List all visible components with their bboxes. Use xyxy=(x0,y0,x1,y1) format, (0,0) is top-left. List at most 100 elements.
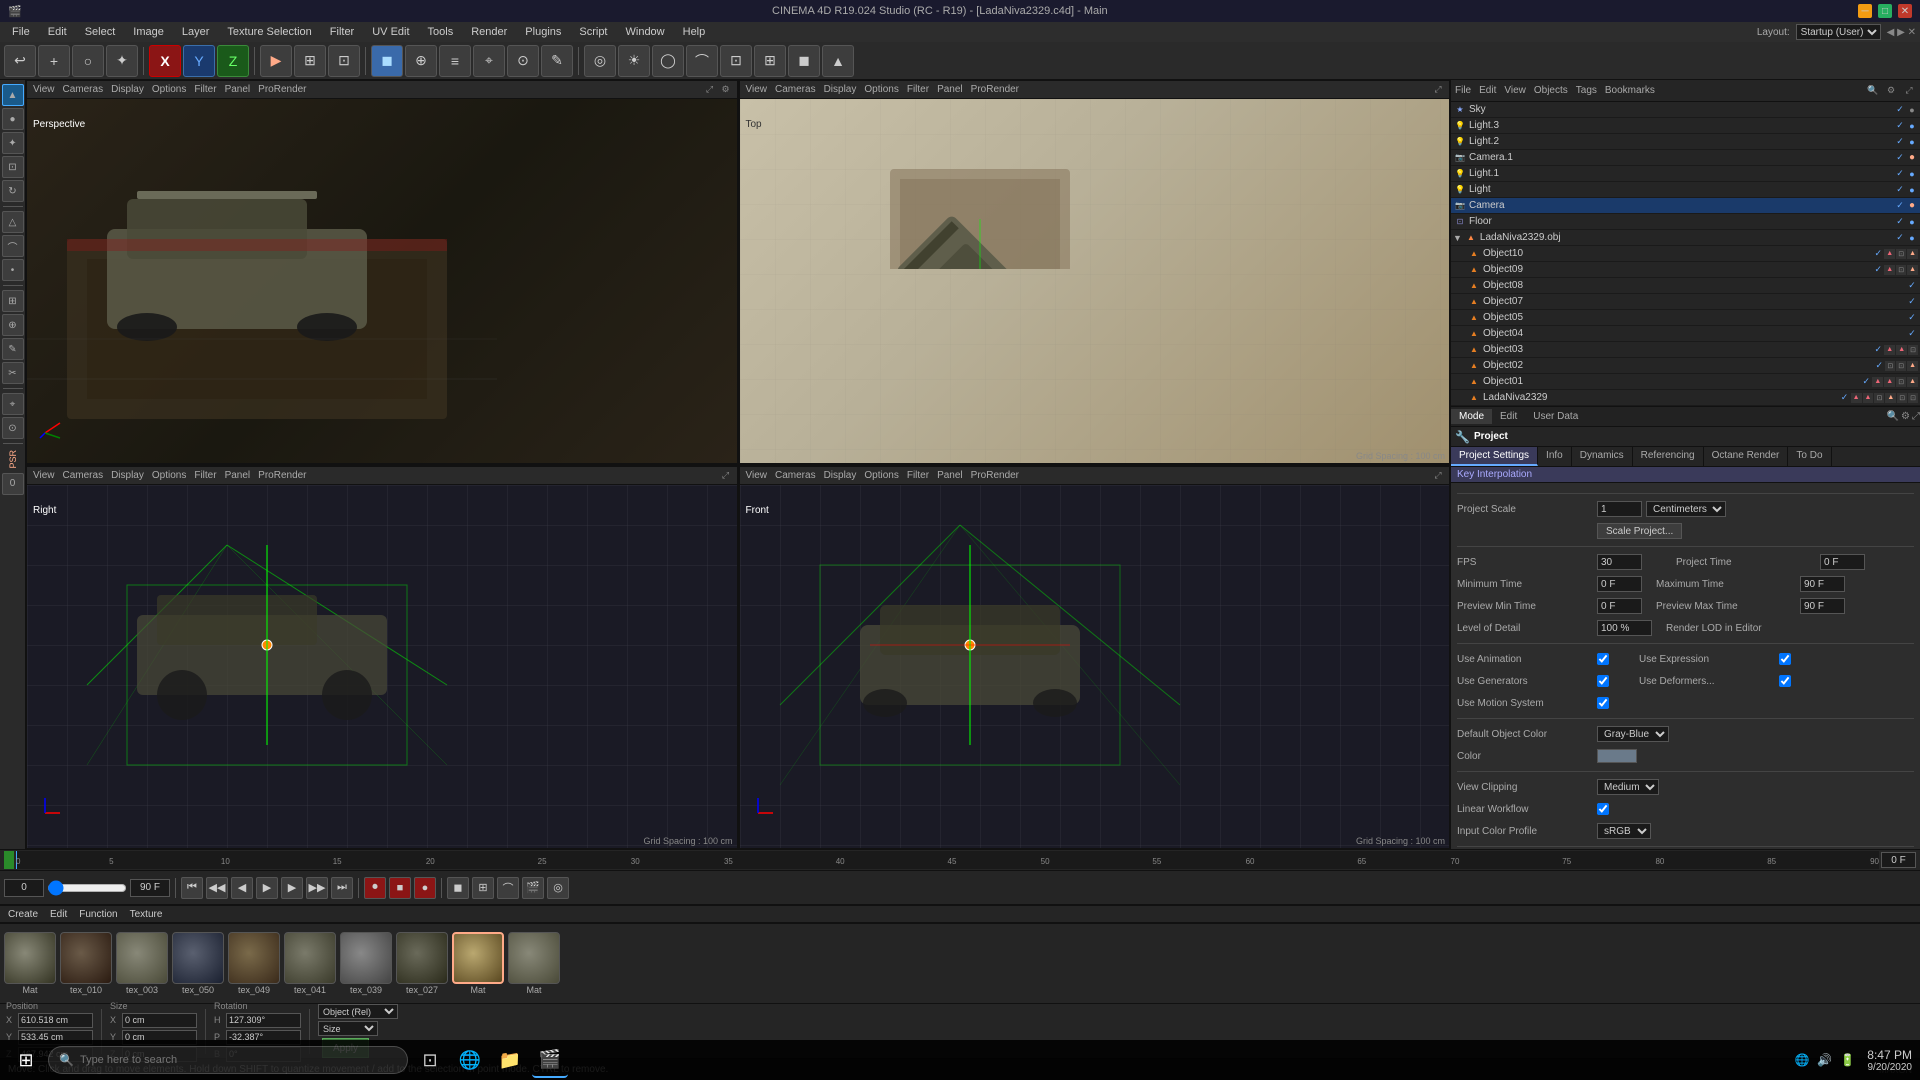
mat-item-0[interactable]: Mat xyxy=(4,932,56,995)
lt-snap-btn[interactable]: ⌖ xyxy=(2,393,24,415)
viewport-perspective[interactable]: View Cameras Display Options Filter Pane… xyxy=(26,80,738,464)
sky-check[interactable]: ✓ xyxy=(1894,104,1906,116)
explorer-btn[interactable]: 📁 xyxy=(492,1042,528,1078)
lt-knife-btn[interactable]: ✂ xyxy=(2,362,24,384)
obj-ladaniva-root[interactable]: ▼ ▲ LadaNiva2329.obj ✓ ● xyxy=(1451,230,1920,246)
light-btn[interactable]: ☀ xyxy=(618,45,650,77)
undo-button[interactable]: ↩ xyxy=(4,45,36,77)
lada2-check[interactable]: ✓ xyxy=(1839,392,1851,404)
mat-thumb-9[interactable] xyxy=(508,932,560,984)
mode-tab-edit[interactable]: Edit xyxy=(1492,409,1525,424)
play-btn[interactable]: ▶ xyxy=(256,877,278,899)
tab-info[interactable]: Info xyxy=(1538,447,1572,466)
knife-tool[interactable]: ✎ xyxy=(541,45,573,77)
menu-plugins[interactable]: Plugins xyxy=(517,24,569,40)
obj01-check[interactable]: ✓ xyxy=(1860,376,1872,388)
sculpt-mode[interactable]: ⊕ xyxy=(405,45,437,77)
mat-item-4[interactable]: tex_049 xyxy=(228,932,280,995)
y-axis-button[interactable]: Y xyxy=(183,45,215,77)
scene-btn[interactable]: ◼ xyxy=(788,45,820,77)
mat-thumb-7[interactable] xyxy=(396,932,448,984)
mat-item-7[interactable]: tex_027 xyxy=(396,932,448,995)
mat-edit-menu[interactable]: Edit xyxy=(46,909,71,920)
start-button[interactable]: ⊞ xyxy=(8,1042,44,1078)
obj08-check[interactable]: ✓ xyxy=(1906,280,1918,292)
stop-btn[interactable]: ■ xyxy=(389,877,411,899)
min-time-input[interactable] xyxy=(1597,576,1642,592)
vp-top-display-menu[interactable]: Display xyxy=(822,84,859,95)
c4d-btn[interactable]: 🎬 xyxy=(532,1042,568,1078)
obj-object01[interactable]: ▲ Object01 ✓ ▲ ▲ ⊡ ▲ xyxy=(1451,374,1920,390)
vp-top-options-menu[interactable]: Options xyxy=(862,84,900,95)
max-time-input[interactable] xyxy=(1800,576,1845,592)
deform-btn[interactable]: ⊞ xyxy=(754,45,786,77)
vp-panel-menu[interactable]: Panel xyxy=(223,84,253,95)
motion-checkbox[interactable] xyxy=(1597,697,1609,709)
obj-object05[interactable]: ▲ Object05 ✓ xyxy=(1451,310,1920,326)
lt-axis-btn[interactable]: ⊙ xyxy=(2,417,24,439)
obj10-check[interactable]: ✓ xyxy=(1872,248,1884,260)
obj-search-icon[interactable]: 🔍 xyxy=(1866,84,1880,98)
obj-tags-menu[interactable]: Tags xyxy=(1576,85,1597,96)
fps-input[interactable] xyxy=(1597,554,1642,570)
obj-light2[interactable]: 💡 Light.2 ✓ ● xyxy=(1451,134,1920,150)
menu-file[interactable]: File xyxy=(4,24,38,40)
record-btn[interactable]: ⏺ xyxy=(364,877,386,899)
z-axis-button[interactable]: Z xyxy=(217,45,249,77)
lt-model-btn[interactable]: ▲ xyxy=(2,84,24,106)
mat-thumb-5[interactable] xyxy=(284,932,336,984)
frame-start-input[interactable] xyxy=(4,879,44,897)
mat-item-3[interactable]: tex_050 xyxy=(172,932,224,995)
vp-right-content[interactable]: Right xyxy=(27,485,737,849)
fcurve-btn[interactable]: ⌒ xyxy=(497,877,519,899)
lt-polygon-btn[interactable]: △ xyxy=(2,211,24,233)
obj-object03[interactable]: ▲ Object03 ✓ ▲ ▲ ⊡ xyxy=(1451,342,1920,358)
lt-paint-btn[interactable]: ✎ xyxy=(2,338,24,360)
menu-help[interactable]: Help xyxy=(675,24,714,40)
mat-create-menu[interactable]: Create xyxy=(4,909,42,920)
vp-front-display-menu[interactable]: Display xyxy=(822,470,859,481)
timeline-frame-input[interactable] xyxy=(1881,852,1916,868)
obj-object02[interactable]: ▲ Object02 ✓ ⊡ ⊡ ▲ xyxy=(1451,358,1920,374)
vp-front-options-menu[interactable]: Options xyxy=(862,470,900,481)
menu-select[interactable]: Select xyxy=(77,24,124,40)
frame-slider[interactable] xyxy=(47,879,127,897)
lt-zero-btn[interactable]: 0 xyxy=(2,473,24,495)
mat-thumb-2[interactable] xyxy=(116,932,168,984)
view-clip-dropdown[interactable]: Medium Small Large xyxy=(1597,779,1659,795)
rec-key-btn[interactable]: ● xyxy=(414,877,436,899)
anim-mode[interactable]: ≡ xyxy=(439,45,471,77)
vp-front-filter-menu[interactable]: Filter xyxy=(905,470,931,481)
obj-object10[interactable]: ▲ Object10 ✓ ▲ ⊡ ▲ xyxy=(1451,246,1920,262)
lt-edge-btn[interactable]: ⌒ xyxy=(2,235,24,257)
obj-edit-menu[interactable]: Edit xyxy=(1479,85,1496,96)
lt-point-btn[interactable]: • xyxy=(2,259,24,281)
lt-move-btn[interactable]: ✦ xyxy=(2,132,24,154)
vp-view-menu[interactable]: View xyxy=(31,84,57,95)
mat-thumb-4[interactable] xyxy=(228,932,280,984)
obj-expand-icon[interactable]: ⤢ xyxy=(1902,84,1916,98)
obj-mode-dropdown[interactable]: Object (Rel) Object (Abs) World xyxy=(318,1004,398,1019)
tab-project-settings[interactable]: Project Settings xyxy=(1451,447,1538,466)
vp-front-panel-menu[interactable]: Panel xyxy=(935,470,965,481)
vp-right-prorender-menu[interactable]: ProRender xyxy=(256,470,308,481)
mat-thumb-6[interactable] xyxy=(340,932,392,984)
obj-sky[interactable]: ★ Sky ✓ ● xyxy=(1451,102,1920,118)
timeline-track[interactable]: 0 5 10 15 20 25 30 35 40 45 50 55 60 65 … xyxy=(16,851,1879,869)
snap-tool[interactable]: ⌖ xyxy=(473,45,505,77)
vp-right-cameras-menu[interactable]: Cameras xyxy=(61,470,106,481)
scale-unit-dropdown[interactable]: Centimeters Meters Inches xyxy=(1646,501,1726,517)
lt-scale-btn[interactable]: ⊡ xyxy=(2,156,24,178)
go-start-btn[interactable]: ⏮ xyxy=(181,877,203,899)
prev-frame-btn[interactable]: ◀ xyxy=(231,877,253,899)
mat-item-1[interactable]: tex_010 xyxy=(60,932,112,995)
vp-top-cameras-menu[interactable]: Cameras xyxy=(773,84,818,95)
render-anim-btn[interactable]: 🎬 xyxy=(522,877,544,899)
lod-input[interactable] xyxy=(1597,620,1652,636)
vp-perspective-content[interactable]: Perspective xyxy=(27,99,737,463)
vp-filter-menu[interactable]: Filter xyxy=(192,84,218,95)
vp-right-panel-menu[interactable]: Panel xyxy=(223,470,253,481)
mat-thumb-8[interactable] xyxy=(452,932,504,984)
pos-x-input[interactable] xyxy=(18,1013,93,1028)
move-tool[interactable]: ✦ xyxy=(106,45,138,77)
